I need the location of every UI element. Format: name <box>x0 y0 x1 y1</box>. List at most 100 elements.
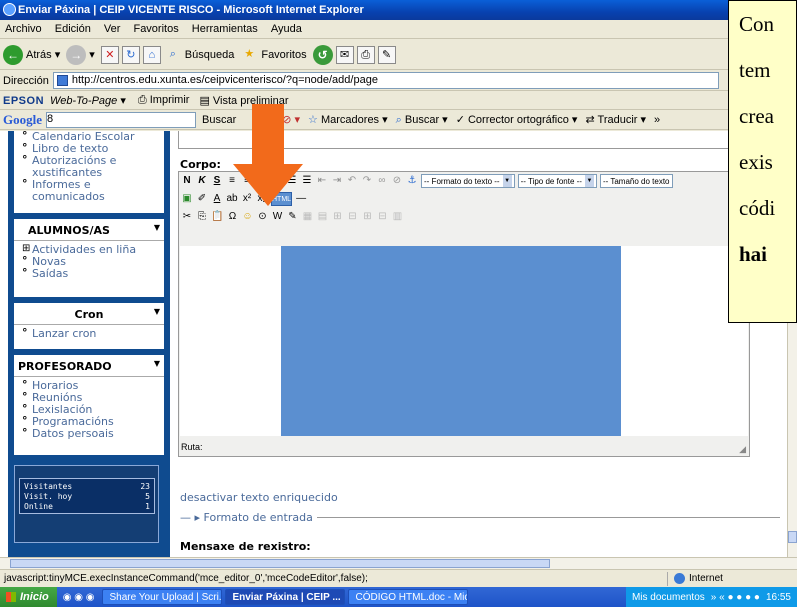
link-icon[interactable]: ∞ <box>376 174 388 188</box>
task-share-upload[interactable]: Share Your Upload | Scri... <box>102 589 223 605</box>
quick-launch-icons[interactable]: ◉ ◉ ◉ <box>63 592 95 603</box>
search-button[interactable]: ⌕ Búsqueda <box>164 46 235 64</box>
delete-row-icon[interactable]: ⊟ <box>346 210 358 224</box>
menu-ver[interactable]: Ver <box>99 23 126 35</box>
google-search-button[interactable]: Buscar <box>202 114 236 126</box>
omega-icon[interactable]: Ω <box>226 210 238 224</box>
page-content: Calendario Escolar Libro de texto Autori… <box>0 131 787 557</box>
task-enviar-paxina[interactable]: Enviar Páxina | CEIP ... <box>225 589 346 605</box>
sidebar-cron-list: Lanzar cron <box>14 325 164 344</box>
menu-ayuda[interactable]: Ayuda <box>266 23 307 35</box>
underline-button[interactable]: S <box>211 174 223 188</box>
sidebar-alumnos-title[interactable]: ALUMNOS/AS ▼ <box>14 219 164 241</box>
input-format-toggle[interactable]: — ▸ Formato de entrada <box>180 511 780 524</box>
history-icon[interactable]: ↺ <box>312 44 333 65</box>
address-input[interactable]: http://centros.edu.xunta.es/ceipvicenter… <box>52 72 719 89</box>
merge-cells-icon[interactable]: ▥ <box>391 210 403 224</box>
bold-button[interactable]: N <box>181 174 193 188</box>
mail-icon[interactable]: ✉ <box>335 45 354 64</box>
media-icon[interactable]: ⊙ <box>256 210 268 224</box>
sidebar-item-datos[interactable]: Datos persoais <box>22 427 160 440</box>
resize-grip-icon[interactable]: ◢ <box>739 444 746 455</box>
cleanup-icon[interactable]: ✐ <box>196 192 208 206</box>
epson-logo: EPSON <box>3 94 45 107</box>
forward-button[interactable]: → ▾ <box>66 44 95 65</box>
scroll-thumb[interactable] <box>10 559 550 568</box>
menu-archivo[interactable]: Archivo <box>0 23 47 35</box>
sidebar-item-lanzar-cron[interactable]: Lanzar cron <box>22 327 160 340</box>
size-select[interactable]: -- Tamaño do texto <box>599 174 673 188</box>
delete-col-icon[interactable]: ⊟ <box>376 210 388 224</box>
cut-icon[interactable]: ✂ <box>181 210 193 224</box>
insert-row-icon[interactable]: ⊞ <box>331 210 343 224</box>
google-search-input[interactable]: 8 <box>46 111 196 128</box>
page-icon <box>56 75 68 86</box>
emoticon-icon[interactable]: ☺ <box>241 210 253 224</box>
sidebar: Calendario Escolar Libro de texto Autori… <box>8 131 170 557</box>
sidebar-item-autorizacions[interactable]: Autorizacións e xustificantes <box>22 154 160 179</box>
spellcheck-button[interactable]: ✓ Corrector ortográfico ▾ <box>456 113 578 126</box>
task-codigo-html[interactable]: CÓDIGO HTML.doc - Micr... <box>348 589 469 605</box>
refresh-icon[interactable]: ↻ <box>121 45 140 64</box>
star-icon: ★ <box>244 47 255 60</box>
row-props-icon[interactable]: ▤ <box>316 210 328 224</box>
body-label: Corpo: <box>180 158 221 171</box>
outdent-icon[interactable]: ⇤ <box>316 174 328 188</box>
paste-icon[interactable]: 📋 <box>211 210 223 224</box>
sidebar-item-informes[interactable]: Informes e comunicados <box>22 178 160 203</box>
menu-bar: Archivo Edición Ver Favoritos Herramient… <box>0 20 797 39</box>
star-outline-icon: ☆ <box>308 114 318 126</box>
paste-word-icon[interactable]: W <box>271 210 283 224</box>
my-docs-label[interactable]: Mis documentos <box>632 592 705 603</box>
stop-icon[interactable]: ✕ <box>100 45 119 64</box>
ie-icon <box>3 3 16 16</box>
menu-edicion[interactable]: Edición <box>50 23 96 35</box>
font-color-icon[interactable]: A <box>211 192 223 206</box>
format-select[interactable]: -- Formato do texto -- ▼ <box>421 174 515 188</box>
unlink-icon[interactable]: ⊘ <box>391 174 403 188</box>
back-button[interactable]: ← Atrás ▾ <box>3 44 60 65</box>
indent-icon[interactable]: ⇥ <box>331 174 343 188</box>
web-to-page-button[interactable]: Web-To-Page ▾ <box>50 94 126 107</box>
favorites-button[interactable]: ★ Favoritos <box>240 46 306 64</box>
edit-css-icon[interactable]: ✎ <box>286 210 298 224</box>
tray-icons[interactable]: » « ● ● ● ● <box>711 592 760 603</box>
edit-icon[interactable]: ✎ <box>377 45 396 64</box>
copy-icon[interactable]: ⎘ <box>196 210 208 224</box>
scroll-down-arrow-icon[interactable] <box>788 531 797 543</box>
start-button[interactable]: Inicio <box>0 587 57 607</box>
google-search2-button[interactable]: ⌕ Buscar ▾ <box>396 113 448 127</box>
anchor-icon[interactable]: ⚓ <box>406 174 418 188</box>
menu-favoritos[interactable]: Favoritos <box>128 23 183 35</box>
forward-arrow-icon: → <box>66 44 87 65</box>
callout-line-1: Con <box>739 12 775 36</box>
font-select[interactable]: -- Tipo de fonte -- ▼ <box>517 174 597 188</box>
sidebar-item-saidas[interactable]: Saídas <box>22 267 160 280</box>
undo-icon[interactable]: ↶ <box>346 174 358 188</box>
translate-button[interactable]: ⇄ Traducir ▾ <box>585 113 646 126</box>
disable-rich-text-link[interactable]: desactivar texto enriquecido <box>180 491 338 504</box>
globe-icon <box>674 573 685 584</box>
sidebar-profesorado-title[interactable]: PROFESORADO ▼ <box>14 355 164 377</box>
insert-col-icon[interactable]: ⊞ <box>361 210 373 224</box>
status-bar: javascript:tinyMCE.execInstanceCommand('… <box>0 569 797 587</box>
menu-herramientas[interactable]: Herramientas <box>187 23 263 35</box>
horizontal-scrollbar[interactable] <box>0 557 797 569</box>
security-zone: Internet <box>667 571 797 586</box>
dropdown-arrow-icon: ▼ <box>502 175 512 187</box>
editor-path-label: Ruta: <box>181 442 203 452</box>
redo-icon[interactable]: ↷ <box>361 174 373 188</box>
google-toolbar: Google 8 Buscar ⊘ ▾ ☆ Marcadores ▾ ⌕ Bus… <box>0 110 797 130</box>
table-icon[interactable]: ▦ <box>301 210 313 224</box>
sidebar-cron-title[interactable]: Cron ▼ <box>14 303 164 325</box>
sidebar-top-list: Calendario Escolar Libro de texto Autori… <box>14 131 164 207</box>
yellow-callout: Con tem crea exis códi hai <box>728 0 797 323</box>
print-icon[interactable]: ⎙ <box>356 45 375 64</box>
more-chevron-icon[interactable]: » <box>654 114 660 126</box>
image-icon[interactable]: ▣ <box>181 192 193 206</box>
bookmarks-button[interactable]: ☆ Marcadores ▾ <box>308 113 388 126</box>
home-icon[interactable]: ⌂ <box>142 45 161 64</box>
italic-button[interactable]: K <box>196 174 208 188</box>
printer-icon: ⎙ <box>137 94 147 106</box>
print-button[interactable]: ⎙ Imprimir <box>138 94 190 107</box>
